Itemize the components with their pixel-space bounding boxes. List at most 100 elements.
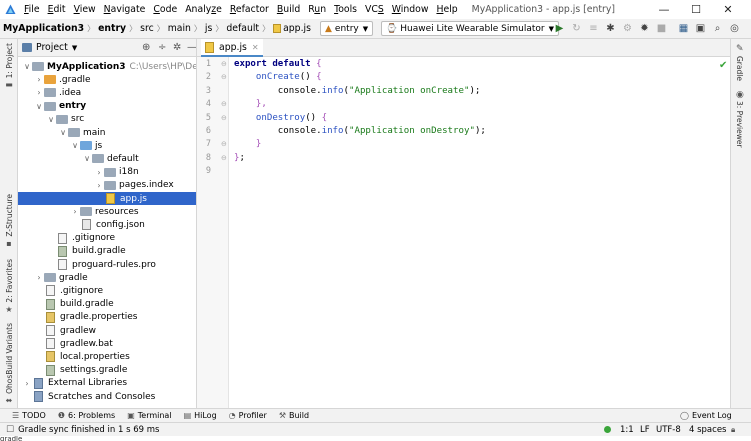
file-encoding[interactable]: UTF-8 [656, 425, 681, 435]
hilog-tab[interactable]: ▤ HiLog [184, 411, 217, 420]
menu-item[interactable]: Refactor [226, 4, 273, 15]
profiler-tab[interactable]: ◔ Profiler [229, 411, 267, 420]
tree-item[interactable]: config.json [18, 218, 196, 231]
tree-item[interactable]: › pages.index [18, 179, 196, 192]
menu-item[interactable]: Window [388, 4, 433, 15]
menu-item[interactable]: Code [149, 4, 181, 15]
list-icon[interactable]: ≡ [587, 22, 600, 35]
rerun-icon[interactable]: ↻ [570, 22, 583, 35]
terminal-tab[interactable]: ▣ Terminal [127, 411, 171, 420]
device-select[interactable]: ⌚ Huawei Lite Wearable Simulator ▼ [381, 21, 559, 36]
menu-item[interactable]: Help [432, 4, 461, 15]
gear-icon[interactable]: ✲ [173, 42, 181, 53]
chevron-down-icon[interactable]: ∨ [58, 128, 68, 137]
stop-icon[interactable]: ■ [655, 22, 668, 35]
build-tab[interactable]: ⚒ Build [279, 411, 309, 420]
collapse-icon[interactable]: ÷ [158, 42, 166, 53]
todo-tab[interactable]: ☰ TODO [12, 411, 46, 420]
line-separator[interactable]: LF [640, 425, 650, 435]
cursor-position[interactable]: 1:1 [620, 425, 634, 435]
tree-item[interactable]: build.gradle [18, 298, 196, 311]
chevron-down-icon[interactable]: ∨ [46, 115, 56, 124]
menu-item[interactable]: Run [304, 4, 330, 15]
menu-item[interactable]: Analyze [181, 4, 226, 15]
close-button[interactable]: ✕ [715, 0, 741, 19]
menu-item[interactable]: View [70, 4, 100, 15]
chevron-right-icon[interactable]: › [94, 181, 104, 190]
close-tab-icon[interactable]: ✕ [252, 43, 259, 52]
tree-item[interactable]: gradlew [18, 324, 196, 337]
build-variants-tool-tab[interactable]: OhosBuild Variants ⬌ [2, 323, 16, 405]
problems-tab[interactable]: ❶ 6: Problems [58, 411, 115, 420]
fold-marker-icon[interactable]: ⊖ [221, 154, 227, 162]
tree-item[interactable]: › i18n [18, 166, 196, 179]
previewer-tool-tab[interactable]: 3: Previewer [735, 101, 744, 148]
favorites-tool-tab[interactable]: 2: Favorites ★ [2, 259, 16, 314]
chevron-right-icon[interactable]: › [34, 273, 44, 282]
tree-item[interactable]: › resources [18, 205, 196, 218]
breadcrumb-item[interactable]: entry [98, 23, 126, 34]
menu-item[interactable]: Edit [44, 4, 70, 15]
chevron-right-icon[interactable]: › [34, 75, 44, 84]
tree-item[interactable]: ∨ entry [18, 100, 196, 113]
chevron-right-icon[interactable]: › [34, 88, 44, 97]
tree-item[interactable]: local.properties [18, 350, 196, 363]
tree-item[interactable]: Scratches and Consoles [18, 390, 196, 403]
indent-setting[interactable]: 4 spaces [689, 425, 726, 435]
tree-item[interactable]: app.js [18, 192, 196, 205]
run-icon[interactable]: ▶ [553, 22, 566, 35]
breadcrumb-item[interactable]: MyApplication3 [3, 23, 84, 34]
tree-item[interactable]: build.gradle [18, 245, 196, 258]
menu-item[interactable]: Tools [330, 4, 361, 15]
menu-item[interactable]: File [20, 4, 44, 15]
tree-item[interactable]: ∨ src [18, 113, 196, 126]
chevron-right-icon[interactable]: › [22, 379, 32, 388]
run-config-select[interactable]: ▲ entry ▼ [320, 21, 374, 36]
device-manager-icon[interactable]: ▣ [694, 22, 707, 35]
project-tool-tab[interactable]: 1: Project ▬ [2, 43, 16, 89]
tree-item[interactable]: ∨ js [18, 139, 196, 152]
tree-item[interactable]: ∨ MyApplication3C:\Users\HP\DevEco [18, 60, 196, 73]
fold-marker-icon[interactable]: ⊖ [221, 140, 227, 148]
fold-marker-icon[interactable]: ⊖ [221, 60, 227, 68]
account-icon[interactable]: ◎ [728, 22, 741, 35]
structure-tool-tab[interactable]: Z-Structure ▪ [2, 194, 16, 248]
tree-item[interactable]: .gitignore [18, 232, 196, 245]
menu-item[interactable]: Navigate [100, 4, 150, 15]
tree-item[interactable]: ∨ default [18, 152, 196, 165]
breadcrumb-item[interactable]: default [226, 23, 259, 34]
chevron-down-icon[interactable]: ∨ [82, 154, 92, 163]
breadcrumb-item[interactable]: src [140, 23, 154, 34]
menu-item[interactable]: VCS [361, 4, 388, 15]
menu-item[interactable]: Build [273, 4, 304, 15]
profile-icon[interactable]: ✹ [638, 22, 651, 35]
tree-item[interactable]: ∨ main [18, 126, 196, 139]
tab-app-js[interactable]: app.js ✕ [201, 39, 263, 57]
hide-panels-icon[interactable]: ☐ [6, 425, 14, 435]
fold-marker-icon[interactable]: ⊖ [221, 114, 227, 122]
breadcrumb-item[interactable]: app.js [283, 23, 311, 34]
tree-item[interactable]: › External Libraries [18, 377, 196, 390]
fold-marker-icon[interactable]: ⊖ [221, 73, 227, 81]
chevron-right-icon[interactable]: › [94, 168, 104, 177]
chevron-down-icon[interactable]: ∨ [70, 141, 80, 150]
project-view-select[interactable]: Project [36, 42, 68, 53]
tree-item[interactable]: › gradle [18, 271, 196, 284]
search-icon[interactable]: ⌕ [711, 22, 724, 35]
chevron-down-icon[interactable]: ∨ [22, 62, 32, 71]
fold-marker-icon[interactable]: ⊖ [221, 100, 227, 108]
event-log-tab[interactable]: ◯ Event Log [680, 411, 732, 420]
tree-item[interactable]: › .gradle [18, 73, 196, 86]
code-editor[interactable]: export default { onCreate() { console.in… [230, 57, 730, 408]
attach-debugger-icon[interactable]: ⚙ [621, 22, 634, 35]
gradle-tool-tab[interactable]: Gradle [735, 56, 744, 81]
tree-item[interactable]: › .idea [18, 86, 196, 99]
minimize-button[interactable]: — [651, 0, 677, 19]
tree-item[interactable]: gradle.properties [18, 311, 196, 324]
debug-icon[interactable]: ✱ [604, 22, 617, 35]
chevron-right-icon[interactable]: › [70, 207, 80, 216]
tree-item[interactable]: .gitignore [18, 284, 196, 297]
locate-icon[interactable]: ⊕ [142, 42, 150, 53]
tree-item[interactable]: proguard-rules.pro [18, 258, 196, 271]
tree-item[interactable]: settings.gradle [18, 364, 196, 377]
